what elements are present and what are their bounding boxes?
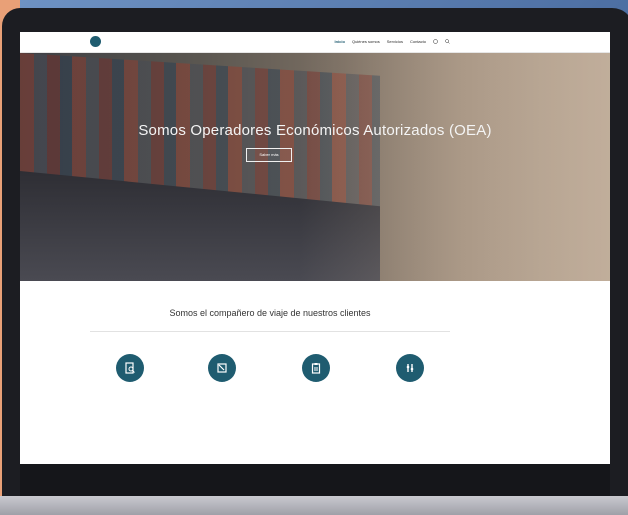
- laptop-base: [0, 496, 628, 515]
- feature-card[interactable]: [90, 354, 170, 390]
- feature-card[interactable]: [370, 354, 450, 390]
- hero-title: Somos Operadores Económicos Autorizados …: [138, 122, 492, 139]
- language-icon[interactable]: [433, 39, 438, 44]
- logo-mark-icon: [90, 36, 101, 47]
- search-icon[interactable]: [445, 39, 450, 44]
- feature-card[interactable]: [182, 354, 262, 390]
- document-search-icon: [116, 354, 144, 382]
- hero-cta-button[interactable]: Saber más: [246, 148, 292, 162]
- nav-menu: Inicio Quiénes somos Servicios Contacto: [335, 39, 451, 44]
- site-logo[interactable]: [90, 36, 104, 47]
- top-navbar: Inicio Quiénes somos Servicios Contacto: [20, 32, 610, 53]
- section-divider: [90, 331, 450, 332]
- box-arrow-icon: [208, 354, 236, 382]
- website-screen: Inicio Quiénes somos Servicios Contacto …: [20, 32, 610, 464]
- nav-item-quienes-somos[interactable]: Quiénes somos: [352, 39, 380, 44]
- laptop-bottom-bezel: [20, 464, 610, 496]
- features-row: [90, 354, 450, 464]
- sky-haze: [300, 53, 610, 281]
- feature-card[interactable]: [276, 354, 356, 390]
- nav-item-contacto[interactable]: Contacto: [410, 39, 426, 44]
- nav-item-inicio[interactable]: Inicio: [335, 39, 345, 44]
- tools-icon: [396, 354, 424, 382]
- hero-banner: Somos Operadores Económicos Autorizados …: [20, 53, 610, 281]
- section-title: Somos el compañero de viaje de nuestros …: [169, 308, 371, 318]
- nav-item-servicios[interactable]: Servicios: [387, 39, 403, 44]
- clipboard-icon: [302, 354, 330, 382]
